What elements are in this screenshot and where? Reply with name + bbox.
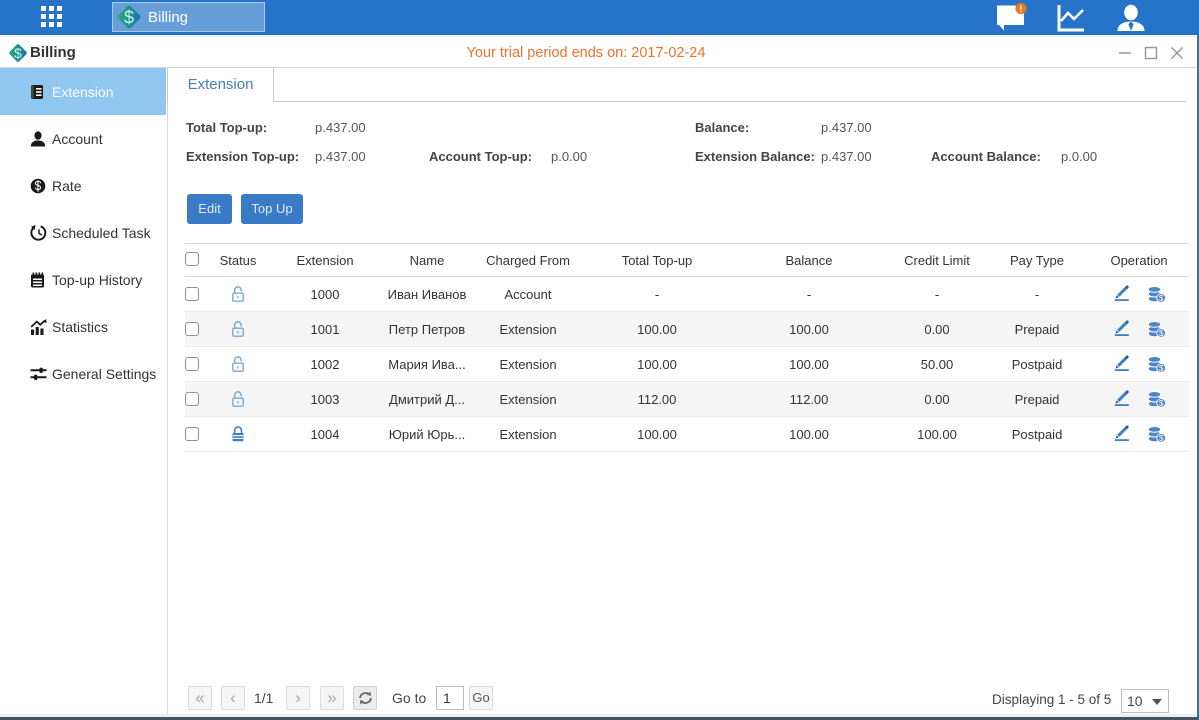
svg-text:!: ! (1020, 4, 1023, 14)
svg-text:$: $ (1158, 434, 1163, 443)
svg-text:$: $ (1158, 329, 1163, 338)
svg-text:$: $ (1158, 364, 1163, 373)
svg-text:$: $ (1158, 294, 1163, 303)
svg-text:$: $ (124, 8, 134, 28)
svg-text:$: $ (1158, 399, 1163, 408)
